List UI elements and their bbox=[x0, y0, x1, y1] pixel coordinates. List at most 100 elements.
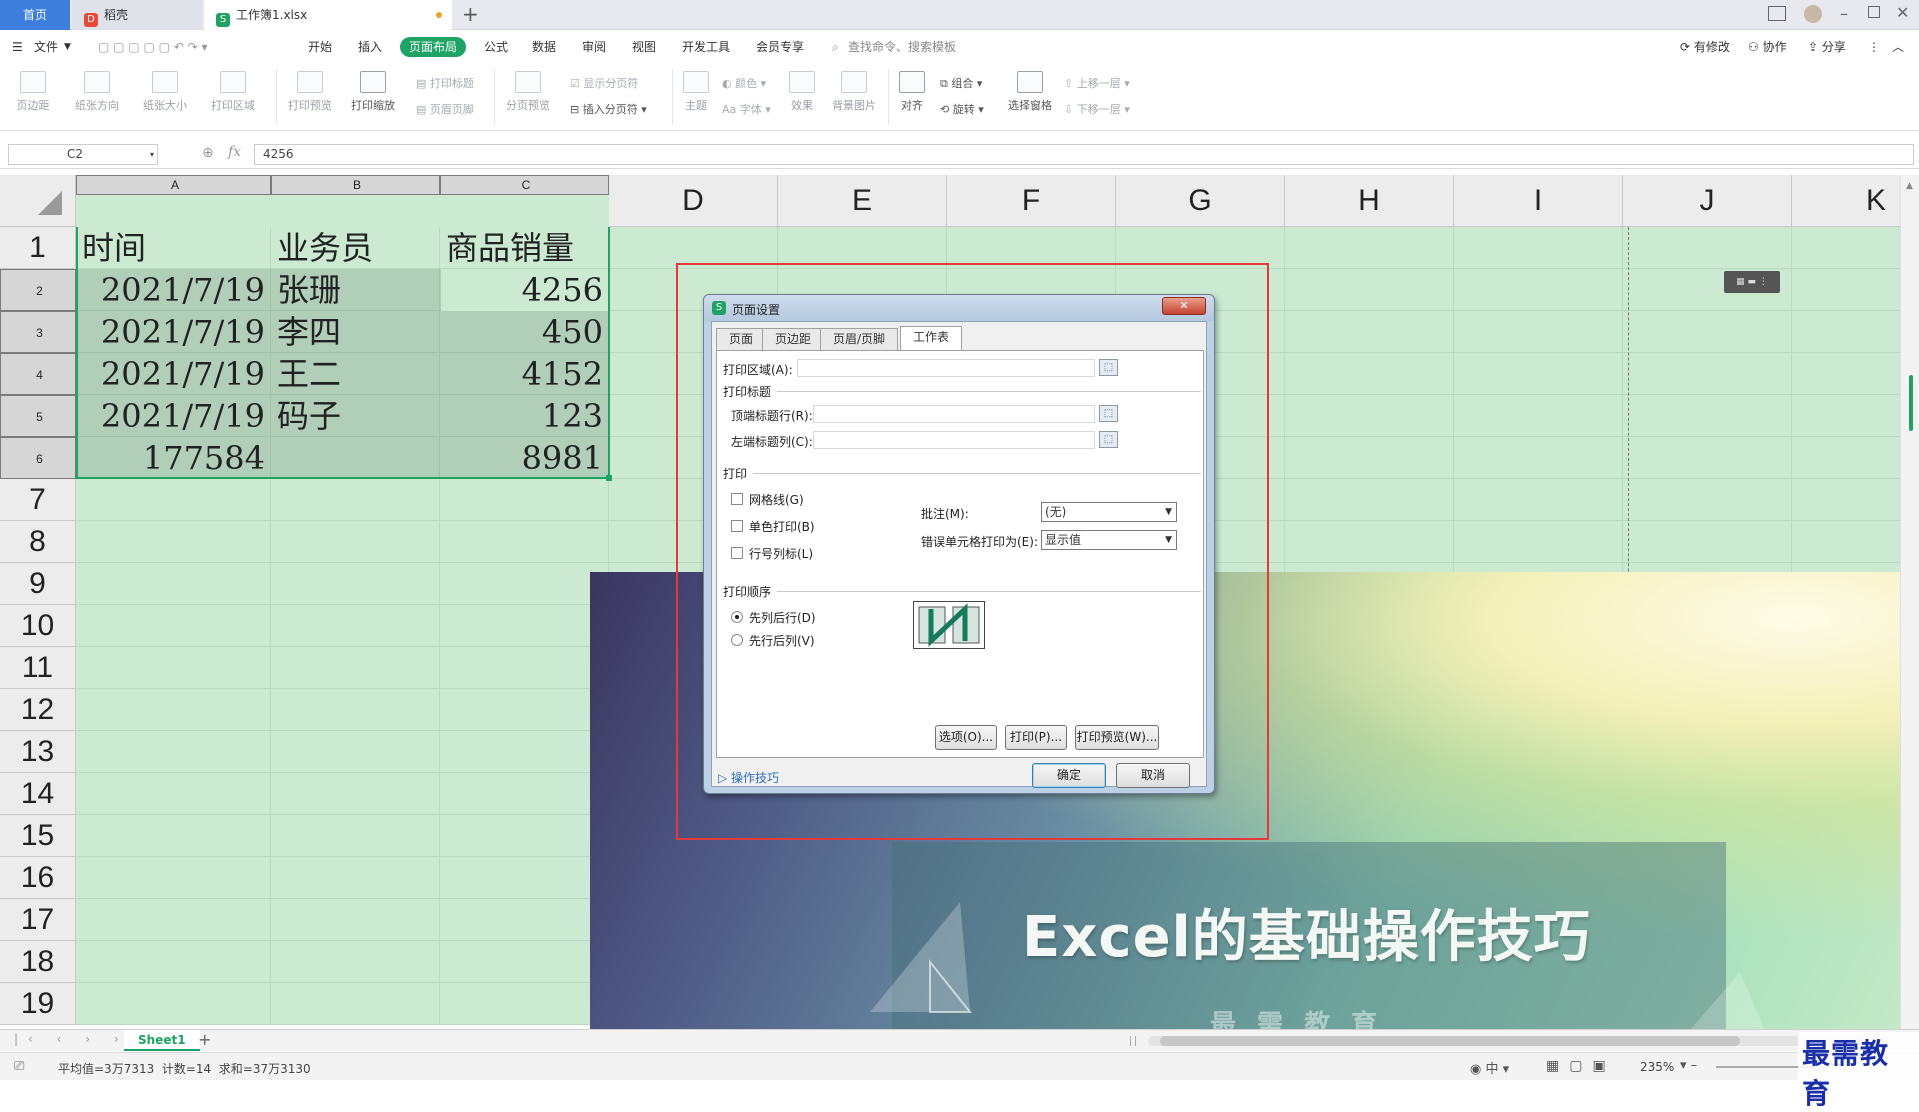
more-icon[interactable]: ⋮ bbox=[1868, 37, 1880, 57]
hamburger-icon[interactable]: ☰ bbox=[12, 37, 23, 57]
cell[interactable]: 4152 bbox=[446, 353, 603, 395]
sheet-tab-sheet1[interactable]: Sheet1 bbox=[124, 1030, 200, 1051]
print-preview-button[interactable]: 打印预览 bbox=[284, 71, 336, 113]
eye-protect-icon[interactable]: ◉ 中 ▾ bbox=[1470, 1058, 1509, 1077]
bring-forward-button[interactable]: ⇧ 上移一层 ▾ bbox=[1064, 75, 1130, 91]
menu-start[interactable]: 开始 bbox=[308, 37, 332, 57]
restore-icon[interactable] bbox=[1868, 6, 1880, 18]
cell[interactable]: 2021/7/19 bbox=[82, 353, 265, 395]
menu-data[interactable]: 数据 bbox=[532, 37, 556, 57]
collab-button[interactable]: ⚇ 协作 bbox=[1748, 37, 1787, 57]
margin-button[interactable]: 页边距 bbox=[10, 71, 56, 113]
page-break-preview-button[interactable]: 分页预览 bbox=[502, 71, 554, 113]
column-header[interactable]: K bbox=[1792, 175, 1900, 227]
menu-page-layout[interactable]: 页面布局 bbox=[400, 37, 467, 57]
menu-insert[interactable]: 插入 bbox=[358, 37, 382, 57]
menu-file[interactable]: 文件 bbox=[34, 37, 58, 57]
left-cols-input[interactable] bbox=[813, 431, 1095, 449]
row-header[interactable]: 17 bbox=[0, 899, 76, 941]
selection-pane-button[interactable]: 选择窗格 bbox=[1004, 71, 1056, 113]
cell[interactable]: 业务员 bbox=[277, 227, 434, 269]
row-header[interactable]: 2 bbox=[0, 269, 76, 311]
row-col-headers-checkbox[interactable] bbox=[731, 547, 743, 559]
cell[interactable]: 4256 bbox=[446, 269, 603, 311]
row-header[interactable]: 1 bbox=[0, 227, 76, 269]
name-box[interactable]: C2 ▾ bbox=[8, 144, 158, 165]
show-breaks-checkbox[interactable]: ☑ 显示分页符 bbox=[570, 75, 638, 91]
cell[interactable]: 王二 bbox=[277, 353, 434, 395]
ok-button[interactable]: 确定 bbox=[1032, 763, 1106, 788]
row-header[interactable]: 9 bbox=[0, 563, 76, 605]
row-header[interactable]: 6 bbox=[0, 437, 76, 479]
column-header[interactable]: H bbox=[1285, 175, 1454, 227]
column-header[interactable]: A bbox=[76, 175, 271, 195]
layout-icon[interactable] bbox=[1768, 6, 1786, 21]
view-mode-icons[interactable]: ▦▢▣ bbox=[1546, 1058, 1616, 1074]
column-header[interactable]: I bbox=[1454, 175, 1623, 227]
cell[interactable]: 时间 bbox=[82, 227, 265, 269]
range-picker-icon[interactable]: ⬚ bbox=[1099, 431, 1118, 448]
menu-member[interactable]: 会员专享 bbox=[756, 37, 804, 57]
vertical-scrollbar[interactable]: ▲ bbox=[1900, 175, 1919, 1029]
floating-toolbar-icon[interactable]: ▦ ▬ ⋮ bbox=[1724, 271, 1780, 293]
zoom-dropdown-icon[interactable]: ▾ – bbox=[1680, 1058, 1697, 1073]
command-search[interactable]: 查找命令、搜索模板 bbox=[848, 37, 956, 57]
group-button[interactable]: ⧉ 组合 ▾ bbox=[940, 75, 982, 91]
row-header[interactable]: 15 bbox=[0, 815, 76, 857]
print-scale-button[interactable]: 打印缩放 bbox=[344, 71, 402, 113]
font-button[interactable]: Aa 字体 ▾ bbox=[722, 101, 771, 117]
tab-docer[interactable]: D 稻壳 bbox=[72, 0, 202, 30]
row-header[interactable]: 19 bbox=[0, 983, 76, 1025]
row-header[interactable]: 16 bbox=[0, 857, 76, 899]
horizontal-scroll-thumb[interactable] bbox=[1160, 1036, 1740, 1046]
print-area-button[interactable]: 打印区域 bbox=[204, 71, 262, 113]
menu-dev[interactable]: 开发工具 bbox=[682, 37, 730, 57]
cell[interactable]: 2021/7/19 bbox=[82, 311, 265, 353]
row-header[interactable]: 4 bbox=[0, 353, 76, 395]
function-icon[interactable]: fx bbox=[228, 144, 241, 160]
add-sheet-plus-icon[interactable]: + bbox=[198, 1030, 211, 1049]
color-button[interactable]: ◐ 颜色 ▾ bbox=[722, 75, 766, 91]
new-tab-plus-icon[interactable]: + bbox=[462, 2, 479, 26]
send-backward-button[interactable]: ⇩ 下移一层 ▾ bbox=[1064, 101, 1130, 117]
cancel-button[interactable]: 取消 bbox=[1116, 763, 1190, 788]
row-header[interactable]: 12 bbox=[0, 689, 76, 731]
orientation-button[interactable]: 纸张方向 bbox=[68, 71, 126, 113]
print-area-input[interactable] bbox=[797, 359, 1095, 377]
modified-button[interactable]: ⟳ 有修改 bbox=[1680, 37, 1730, 57]
close-icon[interactable]: ✕ bbox=[1896, 3, 1909, 22]
column-header[interactable]: E bbox=[778, 175, 947, 227]
dialog-close-button[interactable]: ✕ bbox=[1162, 297, 1206, 315]
print-preview-dialog-button[interactable]: 打印预览(W)... bbox=[1075, 725, 1159, 750]
tab-sheet[interactable]: 工作表 bbox=[900, 326, 963, 351]
minimize-icon[interactable]: – bbox=[1840, 4, 1848, 23]
scroll-up-icon[interactable]: ▲ bbox=[1906, 181, 1913, 191]
row-header[interactable]: 11 bbox=[0, 647, 76, 689]
options-button[interactable]: 选项(O)... bbox=[935, 725, 997, 750]
print-title-button[interactable]: ▤ 打印标题 bbox=[416, 75, 474, 91]
tab-page[interactable]: 页面 bbox=[716, 328, 767, 350]
down-then-over-radio[interactable] bbox=[731, 611, 743, 623]
effect-button[interactable]: 效果 bbox=[782, 71, 822, 113]
tab-margins[interactable]: 页边距 bbox=[762, 328, 825, 350]
cell[interactable]: 商品销量 bbox=[446, 227, 603, 269]
row-header[interactable]: 3 bbox=[0, 311, 76, 353]
column-header[interactable]: J bbox=[1623, 175, 1792, 227]
cell[interactable]: 李四 bbox=[277, 311, 434, 353]
align-button[interactable]: 对齐 bbox=[894, 71, 930, 113]
tab-home[interactable]: 首页 bbox=[0, 0, 70, 30]
row-header[interactable]: 13 bbox=[0, 731, 76, 773]
cell[interactable]: 2021/7/19 bbox=[82, 395, 265, 437]
column-header[interactable]: C bbox=[440, 175, 609, 195]
row-header[interactable]: 7 bbox=[0, 479, 76, 521]
tab-workbook[interactable]: S 工作簿1.xlsx bbox=[204, 0, 452, 30]
search-icon[interactable]: ⌕ bbox=[832, 37, 839, 57]
column-header[interactable]: G bbox=[1116, 175, 1285, 227]
column-header[interactable]: D bbox=[609, 175, 778, 227]
cell[interactable]: 码子 bbox=[277, 395, 434, 437]
cell[interactable]: 张珊 bbox=[277, 269, 434, 311]
fill-handle[interactable] bbox=[606, 475, 612, 481]
zoom-level[interactable]: 235% bbox=[1640, 1060, 1674, 1074]
range-picker-icon[interactable]: ⬚ bbox=[1099, 359, 1118, 376]
menu-review[interactable]: 审阅 bbox=[582, 37, 606, 57]
